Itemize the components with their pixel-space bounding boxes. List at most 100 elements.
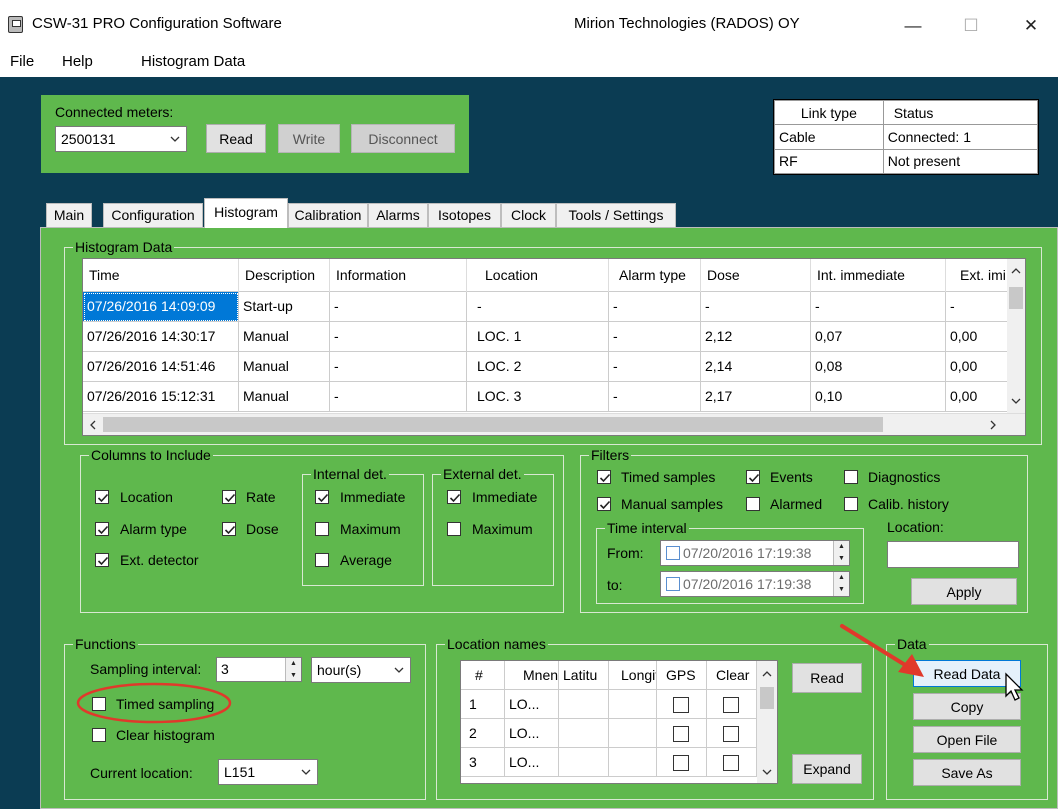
cell-int-immediate[interactable]: 0,10 bbox=[811, 382, 946, 412]
cell-description[interactable]: Manual bbox=[239, 382, 330, 412]
cell-ext-immediate[interactable]: - bbox=[946, 292, 1009, 322]
cell-description[interactable]: Manual bbox=[239, 352, 330, 382]
clear-checkbox[interactable] bbox=[723, 697, 739, 713]
cell-dose[interactable]: 2,14 bbox=[701, 352, 811, 382]
expand-button[interactable]: Expand bbox=[792, 754, 862, 784]
internal-average-checkbox[interactable] bbox=[315, 553, 329, 567]
maximize-button[interactable]: ☐ bbox=[948, 8, 994, 44]
col-header-location[interactable]: Location bbox=[467, 259, 609, 292]
scroll-right-icon[interactable] bbox=[989, 420, 997, 430]
loc-row-number[interactable]: 2 bbox=[461, 719, 505, 748]
cell-ext-immediate[interactable]: 0,00 bbox=[946, 322, 1009, 352]
loc-row-longitude[interactable] bbox=[609, 719, 657, 748]
current-location-select[interactable]: L151 bbox=[218, 759, 318, 785]
loc-row-mnemonic[interactable]: LO... bbox=[505, 690, 559, 719]
external-maximum-checkbox[interactable] bbox=[447, 522, 461, 536]
internal-maximum-checkbox[interactable] bbox=[315, 522, 329, 536]
scroll-up-icon[interactable] bbox=[762, 670, 772, 678]
clear-checkbox[interactable] bbox=[723, 726, 739, 742]
loc-row-latitude[interactable] bbox=[559, 748, 609, 777]
external-immediate-checkbox[interactable] bbox=[447, 490, 461, 504]
cell-information[interactable]: - bbox=[330, 292, 467, 322]
tab-histogram[interactable]: Histogram bbox=[204, 198, 288, 228]
scroll-thumb[interactable] bbox=[103, 417, 883, 432]
sampling-interval-input[interactable]: 3 ▲ ▼ bbox=[216, 657, 302, 682]
tab-main[interactable]: Main bbox=[46, 203, 92, 227]
disconnect-button[interactable]: Disconnect bbox=[351, 124, 455, 153]
to-date-picker[interactable]: 07/20/2016 17:19:38 ▲ ▼ bbox=[660, 571, 850, 597]
histogram-grid[interactable]: Time Description Information Location Al… bbox=[82, 258, 1026, 436]
cell-dose[interactable]: 2,12 bbox=[701, 322, 811, 352]
meter-select[interactable]: 2500131 bbox=[55, 126, 187, 152]
tab-configuration[interactable]: Configuration bbox=[103, 203, 203, 227]
timed-samples-checkbox[interactable] bbox=[597, 470, 611, 484]
cell-time[interactable]: 07/26/2016 14:09:09 bbox=[83, 292, 239, 322]
loc-row-longitude[interactable] bbox=[609, 690, 657, 719]
tab-tools-settings[interactable]: Tools / Settings bbox=[556, 203, 676, 227]
cell-location[interactable]: LOC. 2 bbox=[467, 352, 609, 382]
gps-checkbox[interactable] bbox=[673, 755, 689, 771]
loc-vertical-scrollbar[interactable] bbox=[757, 661, 777, 783]
read-button[interactable]: Read bbox=[206, 124, 266, 153]
menu-file[interactable]: File bbox=[10, 53, 34, 70]
grid-vertical-scrollbar[interactable] bbox=[1007, 259, 1025, 414]
cell-time[interactable]: 07/26/2016 15:12:31 bbox=[83, 382, 239, 412]
cell-alarm-type[interactable]: - bbox=[609, 352, 701, 382]
scroll-up-icon[interactable] bbox=[1011, 267, 1021, 275]
grid-horizontal-scrollbar[interactable] bbox=[83, 413, 1025, 435]
minimize-button[interactable]: — bbox=[890, 8, 936, 44]
ext-detector-checkbox[interactable] bbox=[95, 553, 109, 567]
location-filter-input[interactable] bbox=[887, 541, 1019, 568]
save-as-button[interactable]: Save As bbox=[913, 759, 1021, 786]
col-header-ext-immediate[interactable]: Ext. imi bbox=[946, 259, 1009, 292]
from-date-checkbox[interactable] bbox=[666, 546, 680, 560]
tab-clock[interactable]: Clock bbox=[501, 203, 556, 227]
menu-help[interactable]: Help bbox=[62, 53, 93, 70]
menu-histogram-data[interactable]: Histogram Data bbox=[141, 53, 245, 70]
diagnostics-checkbox[interactable] bbox=[844, 470, 858, 484]
cell-ext-immediate[interactable]: 0,00 bbox=[946, 352, 1009, 382]
cell-information[interactable]: - bbox=[330, 322, 467, 352]
loc-row-longitude[interactable] bbox=[609, 748, 657, 777]
manual-samples-checkbox[interactable] bbox=[597, 497, 611, 511]
from-date-spinner[interactable]: ▲ ▼ bbox=[833, 541, 849, 565]
col-header-time[interactable]: Time bbox=[83, 259, 239, 292]
loc-row-latitude[interactable] bbox=[559, 690, 609, 719]
events-checkbox[interactable] bbox=[746, 470, 760, 484]
to-date-spinner[interactable]: ▲ ▼ bbox=[833, 572, 849, 596]
clear-checkbox[interactable] bbox=[723, 755, 739, 771]
cell-alarm-type[interactable]: - bbox=[609, 292, 701, 322]
cell-description[interactable]: Manual bbox=[239, 322, 330, 352]
cell-alarm-type[interactable]: - bbox=[609, 322, 701, 352]
tab-alarms[interactable]: Alarms bbox=[368, 203, 428, 227]
gps-checkbox[interactable] bbox=[673, 697, 689, 713]
cell-time[interactable]: 07/26/2016 14:51:46 bbox=[83, 352, 239, 382]
loc-row-number[interactable]: 3 bbox=[461, 748, 505, 777]
close-button[interactable]: ✕ bbox=[1008, 8, 1054, 44]
cell-alarm-type[interactable]: - bbox=[609, 382, 701, 412]
sampling-unit-select[interactable]: hour(s) bbox=[311, 657, 411, 683]
scroll-thumb[interactable] bbox=[1009, 287, 1023, 309]
gps-checkbox[interactable] bbox=[673, 726, 689, 742]
scroll-down-icon[interactable] bbox=[762, 768, 772, 776]
cell-information[interactable]: - bbox=[330, 352, 467, 382]
cell-location[interactable]: - bbox=[467, 292, 609, 322]
scroll-down-icon[interactable] bbox=[1011, 397, 1021, 405]
alarm-type-checkbox[interactable] bbox=[95, 522, 109, 536]
dose-checkbox[interactable] bbox=[222, 522, 236, 536]
scroll-left-icon[interactable] bbox=[89, 420, 97, 430]
location-names-table[interactable]: # Mnen Latitu Longit GPS Clear 1 LO... 2… bbox=[460, 660, 778, 784]
cell-information[interactable]: - bbox=[330, 382, 467, 412]
to-date-checkbox[interactable] bbox=[666, 577, 680, 591]
rate-checkbox[interactable] bbox=[222, 490, 236, 504]
col-header-alarm-type[interactable]: Alarm type bbox=[609, 259, 701, 292]
cell-time[interactable]: 07/26/2016 14:30:17 bbox=[83, 322, 239, 352]
from-date-picker[interactable]: 07/20/2016 17:19:38 ▲ ▼ bbox=[660, 540, 850, 566]
loc-row-latitude[interactable] bbox=[559, 719, 609, 748]
col-header-description[interactable]: Description bbox=[239, 259, 330, 292]
loc-row-number[interactable]: 1 bbox=[461, 690, 505, 719]
cell-int-immediate[interactable]: 0,07 bbox=[811, 322, 946, 352]
col-header-int-immediate[interactable]: Int. immediate bbox=[811, 259, 946, 292]
col-header-information[interactable]: Information bbox=[330, 259, 467, 292]
apply-button[interactable]: Apply bbox=[911, 578, 1017, 605]
